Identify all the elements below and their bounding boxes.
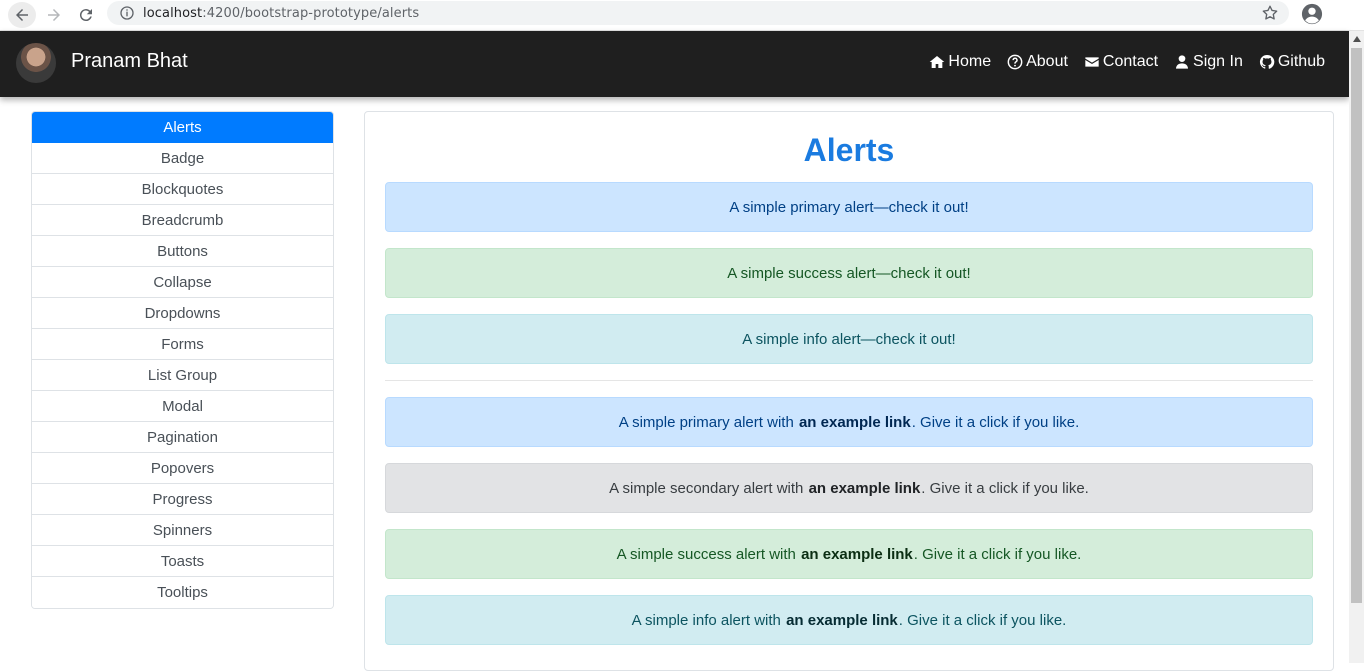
alert-primary-with-link: A simple primary alert with an example l… (385, 397, 1313, 447)
sidebar-item-toasts[interactable]: Toasts (32, 546, 333, 577)
content-card: Alerts A simple primary alert—check it o… (364, 111, 1334, 671)
scrollbar-thumb[interactable] (1351, 48, 1362, 603)
alert-text: . Give it a click if you like. (913, 545, 1082, 563)
star-icon[interactable] (1261, 4, 1279, 22)
alert-info: A simple info alert—check it out! (385, 314, 1313, 364)
sidebar-item-breadcrumb[interactable]: Breadcrumb (32, 205, 333, 236)
alert-example-link[interactable]: an example link (786, 612, 898, 629)
nav-link-label: Contact (1102, 53, 1159, 70)
alert-example-link[interactable]: an example link (801, 546, 913, 563)
top-navbar: Pranam Bhat Home About Contact Sign In G… (0, 31, 1349, 97)
avatar[interactable] (16, 43, 56, 83)
alert-example-link[interactable]: an example link (809, 480, 921, 497)
alert-text: . Give it a click if you like. (921, 479, 1089, 497)
envelope-icon (1085, 57, 1099, 67)
divider (385, 380, 1313, 381)
sidebar-item-collapse[interactable]: Collapse (32, 267, 333, 298)
nav-link-label: About (1026, 53, 1068, 70)
alert-secondary-with-link: A simple secondary alert with an example… (385, 463, 1313, 513)
page-scrollbar[interactable] (1349, 31, 1364, 663)
page-title: Alerts (803, 132, 895, 168)
alert-text: A simple secondary alert with (609, 479, 804, 497)
brand-name[interactable]: Pranam Bhat (71, 50, 188, 73)
info-icon[interactable] (119, 5, 135, 21)
address-bar[interactable]: localhost:4200/bootstrap-prototype/alert… (107, 1, 1289, 25)
nav-link-sign-in[interactable]: Sign In (1174, 53, 1243, 71)
alert-text: A simple info alert with (631, 611, 781, 629)
nav-link-label: Sign In (1193, 53, 1243, 70)
github-icon (1259, 54, 1275, 69)
alert-example-link[interactable]: an example link (799, 414, 911, 431)
back-arrow-icon[interactable] (8, 2, 36, 28)
nav-link-github[interactable]: Github (1259, 53, 1325, 71)
reload-icon[interactable] (72, 2, 100, 28)
sidebar-item-pagination[interactable]: Pagination (32, 422, 333, 453)
alert-success: A simple success alert—check it out! (385, 248, 1313, 298)
nav-links: Home About Contact Sign In Github (929, 53, 1325, 71)
alert-primary: A simple primary alert—check it out! (385, 182, 1313, 232)
sidebar-item-popovers[interactable]: Popovers (32, 453, 333, 484)
nav-link-label: Github (1277, 53, 1325, 70)
nav-link-contact[interactable]: Contact (1084, 53, 1158, 71)
sidebar-item-blockquotes[interactable]: Blockquotes (32, 174, 333, 205)
browser-toolbar: localhost:4200/bootstrap-prototype/alert… (0, 0, 1364, 31)
alert-info-with-link: A simple info alert with an example link… (385, 595, 1313, 645)
alert-text: A simple success alert with (616, 545, 796, 563)
nav-link-home[interactable]: Home (929, 53, 991, 71)
sidebar-item-forms[interactable]: Forms (32, 329, 333, 360)
url-path: :4200/bootstrap-prototype/alerts (202, 5, 420, 21)
sidebar-item-badge[interactable]: Badge (32, 143, 333, 174)
sidebar-item-alerts[interactable]: Alerts (32, 112, 333, 143)
profile-icon[interactable] (1300, 2, 1324, 26)
alert-success-with-link: A simple success alert with an example l… (385, 529, 1313, 579)
sidebar-item-spinners[interactable]: Spinners (32, 515, 333, 546)
nav-link-about[interactable]: About (1007, 53, 1068, 71)
sidebar-item-buttons[interactable]: Buttons (32, 236, 333, 267)
alert-text: . Give it a click if you like. (898, 611, 1067, 629)
sidebar-item-list-group[interactable]: List Group (32, 360, 333, 391)
component-sidebar: Alerts Badge Blockquotes Breadcrumb Butt… (31, 111, 334, 609)
alert-text: . Give it a click if you like. (911, 413, 1080, 431)
scroll-up-arrow-icon[interactable] (1349, 31, 1364, 46)
sidebar-item-progress[interactable]: Progress (32, 484, 333, 515)
url-host: localhost (143, 5, 203, 21)
sidebar-item-modal[interactable]: Modal (32, 391, 333, 422)
url-text: localhost:4200/bootstrap-prototype/alert… (143, 6, 419, 21)
nav-link-label: Home (948, 53, 992, 70)
sidebar-item-dropdowns[interactable]: Dropdowns (32, 298, 333, 329)
question-circle-icon (1007, 54, 1023, 70)
home-icon (930, 56, 945, 68)
user-icon (1176, 55, 1189, 69)
sidebar-item-tooltips[interactable]: Tooltips (32, 577, 333, 608)
forward-arrow-icon[interactable] (40, 2, 68, 28)
alert-text: A simple primary alert with (618, 413, 794, 431)
